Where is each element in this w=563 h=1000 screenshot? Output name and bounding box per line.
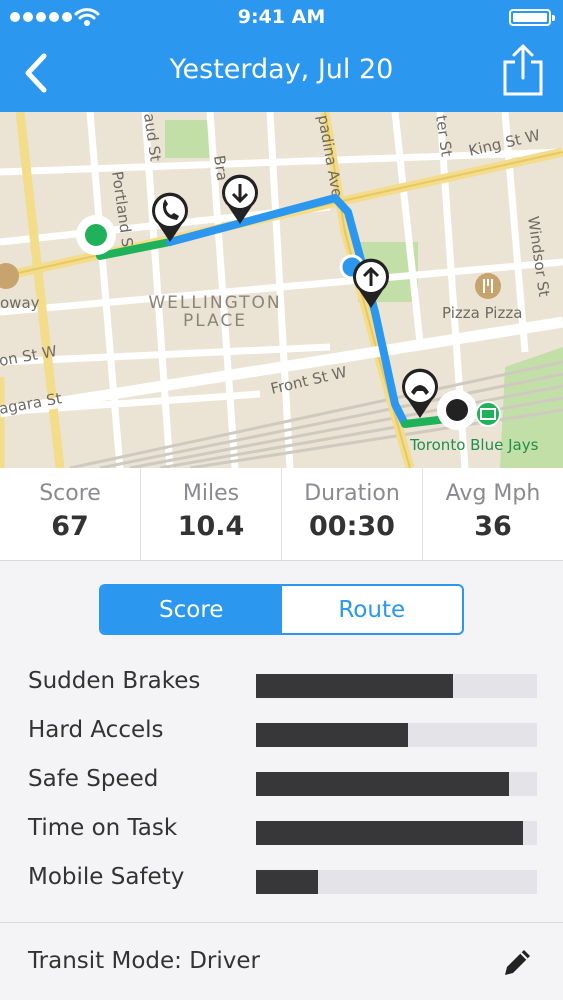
metric-row: Safe Speed [0,758,563,807]
metric-bar-track [256,723,537,747]
segment-route[interactable]: Route [282,586,463,633]
battery-icon [509,9,555,26]
metric-bar-fill [256,821,523,845]
segment-score[interactable]: Score [101,586,282,633]
metric-row: Time on Task [0,807,563,856]
park-area [165,120,213,158]
pencil-icon[interactable] [501,945,535,979]
metric-bar-track [256,674,537,698]
stat-label: Score [39,481,101,506]
stat-avg-mph: Avg Mph 36 [423,468,563,560]
stat-score: Score 67 [0,468,141,560]
stat-value: 00:30 [309,511,395,542]
score-metrics: Sudden Brakes Hard Accels Safe Speed Tim… [0,660,563,905]
metric-name: Mobile Safety [28,864,185,890]
share-icon[interactable] [501,42,545,98]
view-segmented-control: Score Route [99,584,464,635]
neighborhood-label: PLACE [183,311,247,331]
stat-value: 36 [474,511,512,542]
metric-name: Safe Speed [28,766,159,792]
metric-bar-fill [256,870,318,894]
stat-duration: Duration 00:30 [282,468,423,560]
metric-name: Hard Accels [28,717,164,743]
stadium-icon [475,401,501,427]
metric-bar-fill [256,723,408,747]
poi-label-blue-jays: Toronto Blue Jays [409,436,539,454]
transit-mode-label: Transit Mode: Driver [28,948,260,974]
stat-value: 10.4 [177,511,245,542]
top-bar: 9:41 AM Yesterday, Jul 20 [0,0,563,112]
poi-label-pizza: Pizza Pizza [442,304,522,322]
metric-row: Sudden Brakes [0,660,563,709]
metric-bar-track [256,772,537,796]
metric-name: Time on Task [28,815,178,841]
status-bar: 9:41 AM [0,0,563,36]
metric-row: Hard Accels [0,709,563,758]
route-map[interactable]: King St W padina Ave Front St W Portland… [0,112,563,468]
metric-bar-fill [256,674,453,698]
metric-bar-track [256,821,537,845]
map-canvas: King St W padina Ave Front St W Portland… [0,112,563,468]
stat-value: 67 [51,511,89,542]
street-label-edge: oway [0,294,40,312]
transit-mode-row[interactable]: Transit Mode: Driver [0,922,563,1000]
metric-bar-fill [256,772,509,796]
metric-row: Mobile Safety [0,856,563,905]
stat-label: Duration [304,481,400,506]
trip-detail-screen: 9:41 AM Yesterday, Jul 20 King St W padi… [0,0,563,1000]
neighborhood-label: WELLINGTON [148,293,281,313]
trip-stats: Score 67 Miles 10.4 Duration 00:30 Avg M… [0,468,563,561]
street-label-brant: Bra [210,154,231,182]
page-title: Yesterday, Jul 20 [169,54,394,85]
status-time: 9:41 AM [237,6,326,28]
stat-label: Avg Mph [445,481,541,506]
metric-name: Sudden Brakes [28,668,201,694]
metric-bar-track [256,870,537,894]
stat-miles: Miles 10.4 [141,468,282,560]
stat-label: Miles [182,481,240,506]
